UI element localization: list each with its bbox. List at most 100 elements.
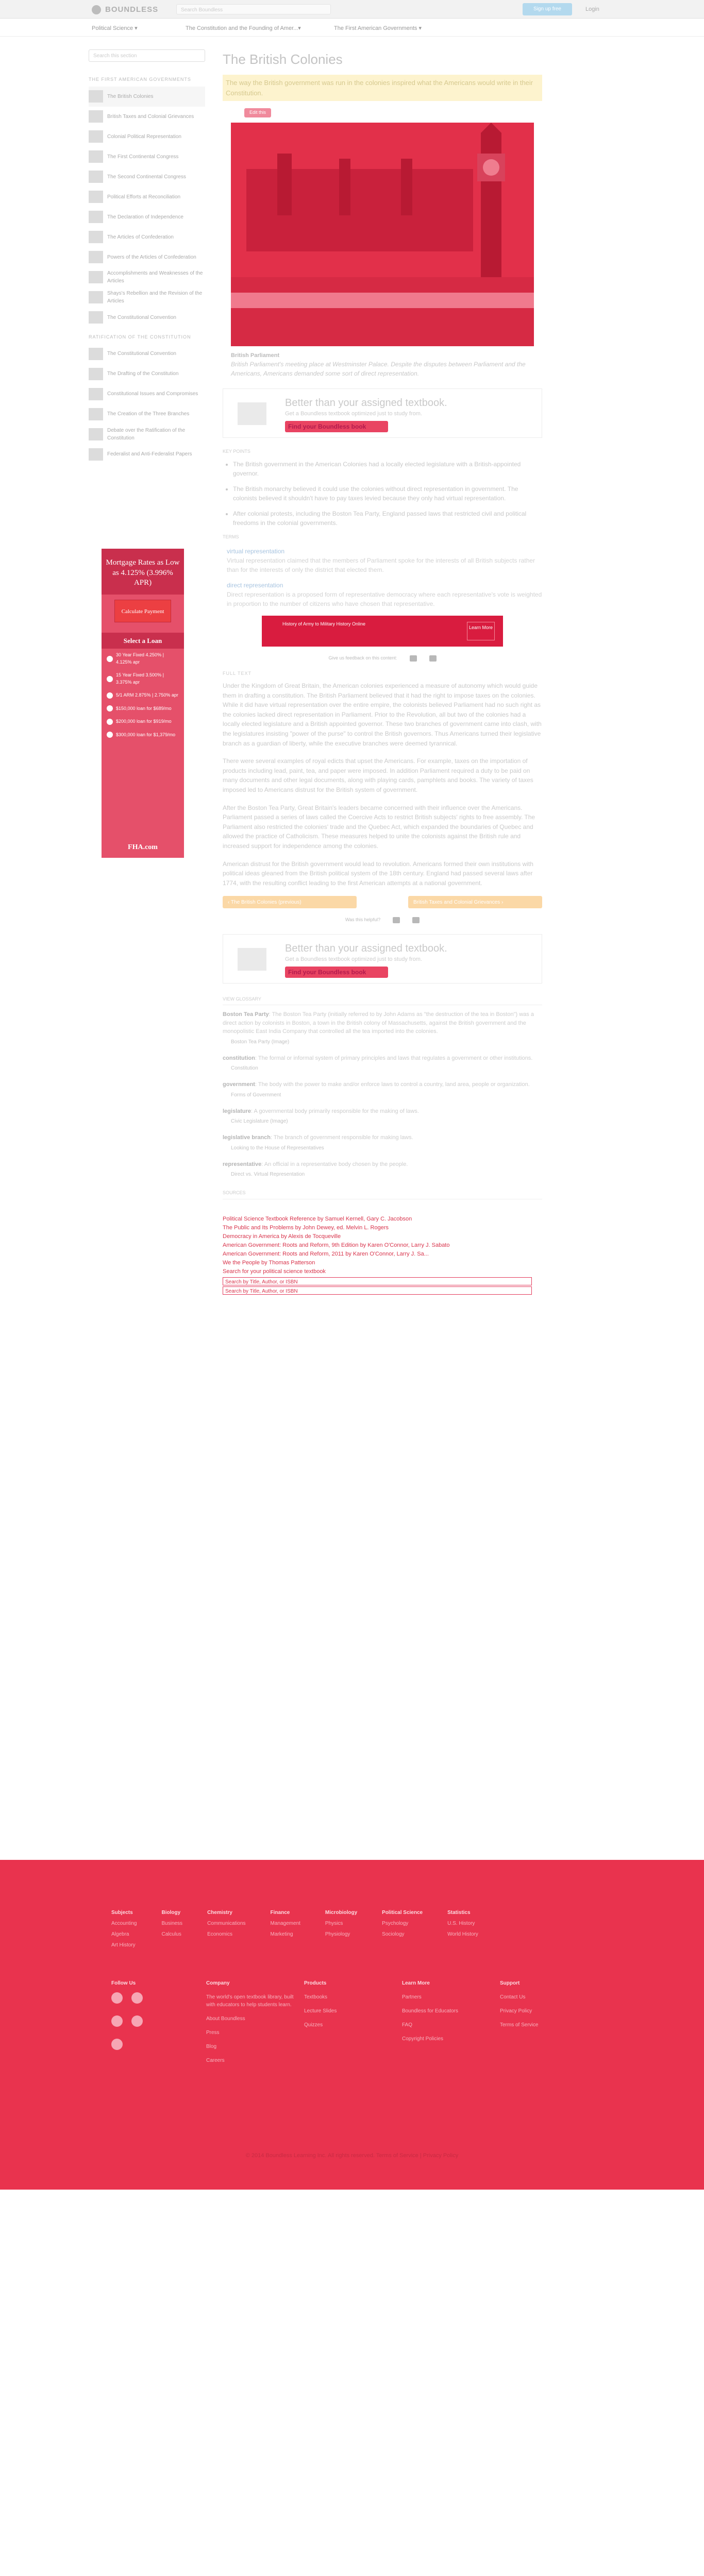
source-link[interactable]: Democracy in America by Alexis de Tocque… — [223, 1232, 542, 1241]
next-button[interactable]: British Taxes and Colonial Grievances › — [408, 896, 542, 909]
thumbs-down-icon[interactable] — [412, 917, 420, 924]
footer-link[interactable]: U.S. History — [447, 1920, 478, 1927]
sidebar-item[interactable]: The Declaration of Independence — [89, 207, 205, 227]
glossary-source[interactable]: Direct vs. Virtual Representation — [231, 1171, 542, 1178]
find-book-button[interactable]: Find your Boundless book — [285, 966, 388, 978]
linkedin-icon[interactable] — [131, 2015, 143, 2027]
footer-column-title[interactable]: Finance — [271, 1909, 300, 1917]
find-book-button[interactable]: Find your Boundless book — [285, 421, 388, 432]
glossary-term[interactable]: government — [223, 1081, 255, 1088]
parliament-image[interactable] — [231, 122, 534, 346]
footer-link[interactable]: Partners — [402, 1993, 490, 2001]
ad-loan-option[interactable]: $150,000 loan for $689/mo — [102, 702, 184, 716]
sidebar-item[interactable]: Shays's Rebellion and the Revision of th… — [89, 287, 205, 308]
thumbs-down-icon[interactable] — [429, 655, 437, 662]
breadcrumb-chapter[interactable]: The Constitution and the Founding of Ame… — [186, 24, 301, 33]
footer-link[interactable]: Physiology — [325, 1930, 357, 1938]
footer-link[interactable]: FAQ — [402, 2021, 490, 2029]
footer-link[interactable]: Communications — [207, 1920, 245, 1927]
thumbs-up-icon[interactable] — [393, 917, 400, 924]
sidebar-item[interactable]: The Creation of the Three Branches — [89, 404, 205, 424]
learn-more-button[interactable]: Learn More — [467, 622, 495, 640]
footer-column-title[interactable]: Political Science — [382, 1909, 423, 1917]
radio-icon[interactable] — [107, 675, 113, 682]
breadcrumb-subject[interactable]: Political Science ▾ — [92, 24, 138, 33]
ad-cta-button[interactable]: Calculate Payment — [114, 599, 171, 622]
footer-column-title[interactable]: Microbiology — [325, 1909, 357, 1917]
sidebar-item[interactable]: Colonial Political Representation — [89, 127, 205, 147]
sidebar-item[interactable]: Powers of the Articles of Confederation — [89, 247, 205, 267]
footer-link[interactable]: Business — [161, 1920, 182, 1927]
radio-icon[interactable] — [107, 718, 113, 725]
breadcrumb-section[interactable]: The First American Governments ▾ — [334, 24, 422, 33]
sidebar-item[interactable]: The Second Continental Congress — [89, 167, 205, 187]
thumbs-up-icon[interactable] — [409, 655, 417, 662]
footer-link[interactable]: Art History — [111, 1941, 137, 1949]
footer-link[interactable]: Management — [271, 1920, 300, 1927]
footer-link[interactable]: World History — [447, 1930, 478, 1938]
twitter-icon[interactable] — [131, 1992, 143, 2004]
footer-link[interactable]: Contact Us — [500, 1993, 588, 2001]
sidebar-item[interactable]: British Taxes and Colonial Grievances — [89, 107, 205, 127]
footer-link[interactable]: Marketing — [271, 1930, 300, 1938]
previous-button[interactable]: ‹ The British Colonies (previous) — [223, 896, 357, 909]
footer-link[interactable]: Sociology — [382, 1930, 423, 1938]
radio-icon[interactable] — [107, 705, 113, 712]
footer-link[interactable]: Psychology — [382, 1920, 423, 1927]
glossary-toggle[interactable]: VIEW GLOSSARY — [223, 994, 542, 1006]
footer-link[interactable]: Press — [206, 2029, 294, 2037]
radio-icon[interactable] — [107, 655, 113, 662]
source-link[interactable]: American Government: Roots and Reform, 9… — [223, 1241, 542, 1250]
footer-link[interactable]: About Boundless — [206, 2015, 294, 2023]
glossary-source[interactable]: Civic Legislature (Image) — [231, 1117, 542, 1125]
glossary-term[interactable]: legislative branch — [223, 1134, 271, 1141]
sidebar-item[interactable]: Debate over the Ratification of the Cons… — [89, 424, 205, 444]
term-name[interactable]: direct representation — [227, 581, 542, 590]
ad-loan-option[interactable]: 30 Year Fixed 4.250% | 4.125% apr — [102, 649, 184, 669]
sidebar-item[interactable]: Accomplishments and Weaknesses of the Ar… — [89, 267, 205, 287]
ad-loan-option[interactable]: 15 Year Fixed 3.500% | 3.375% apr — [102, 669, 184, 689]
footer-link[interactable]: Copyright Policies — [402, 2035, 490, 2043]
sidebar-item[interactable]: Political Efforts at Reconciliation — [89, 187, 205, 207]
military-history-ad[interactable]: History of Army to Military History Onli… — [262, 616, 503, 647]
footer-link[interactable]: Quizzes — [304, 2021, 392, 2029]
login-link[interactable]: Login — [585, 5, 599, 14]
footer-link[interactable]: Algebra — [111, 1930, 137, 1938]
facebook-icon[interactable] — [111, 1992, 123, 2004]
footer-column-title[interactable]: Chemistry — [207, 1909, 245, 1917]
mortgage-ad[interactable]: Mortgage Rates as Low as 4.125% (3.996% … — [102, 549, 184, 858]
term-name[interactable]: virtual representation — [227, 547, 542, 556]
glossary-source[interactable]: Constitution — [231, 1064, 542, 1072]
footer-column-title[interactable]: Biology — [161, 1909, 182, 1917]
glossary-source[interactable]: Boston Tea Party (Image) — [231, 1038, 542, 1046]
sidebar-item[interactable]: The First Continental Congress — [89, 147, 205, 167]
footer-link[interactable]: Textbooks — [304, 1993, 392, 2001]
pinterest-icon[interactable] — [111, 2039, 123, 2050]
sidebar-item[interactable]: The Drafting of the Constitution — [89, 364, 205, 384]
glossary-term[interactable]: representative — [223, 1161, 261, 1167]
glossary-term[interactable]: legislature — [223, 1108, 251, 1114]
sidebar-item[interactable]: Constitutional Issues and Compromises — [89, 384, 205, 404]
ad-loan-option[interactable]: $300,000 loan for $1,379/mo — [102, 728, 184, 742]
ad-loan-option[interactable]: $200,000 loan for $919/mo — [102, 715, 184, 728]
footer-link[interactable]: Physics — [325, 1920, 357, 1927]
footer-link[interactable]: Accounting — [111, 1920, 137, 1927]
source-link[interactable]: American Government: Roots and Reform, 2… — [223, 1250, 542, 1259]
footer-link[interactable]: Careers — [206, 2057, 294, 2064]
ad-loan-option[interactable]: 5/1 ARM 2.875% | 2.750% apr — [102, 689, 184, 702]
signup-button[interactable]: Sign up free — [523, 3, 572, 15]
sidebar-search-input[interactable]: Search this section — [89, 49, 205, 62]
footer-link[interactable]: Terms of Service — [500, 2021, 588, 2029]
source-link[interactable]: The Public and Its Problems by John Dewe… — [223, 1224, 542, 1232]
footer-link[interactable]: Calculus — [161, 1930, 182, 1938]
source-link[interactable]: Political Science Textbook Reference by … — [223, 1215, 542, 1224]
glossary-source[interactable]: Looking to the House of Representatives — [231, 1144, 542, 1152]
footer-column-title[interactable]: Subjects — [111, 1909, 137, 1917]
source-link[interactable]: Search for your political science textbo… — [223, 1267, 542, 1276]
glossary-term[interactable]: constitution — [223, 1055, 255, 1061]
textbook-search-input[interactable]: Search by Title, Author, or ISBN — [223, 1277, 532, 1286]
glossary-term[interactable]: Boston Tea Party — [223, 1011, 269, 1018]
footer-link[interactable]: Economics — [207, 1930, 245, 1938]
footer-link[interactable]: Blog — [206, 2043, 294, 2050]
radio-icon[interactable] — [107, 732, 113, 738]
